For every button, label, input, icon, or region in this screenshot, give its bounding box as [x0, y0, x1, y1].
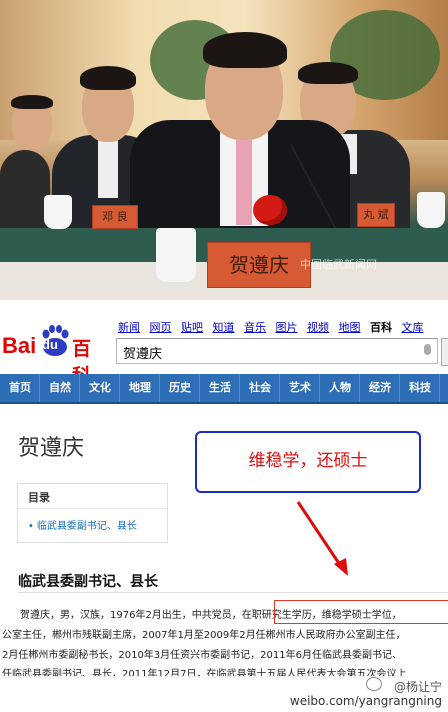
paragraph-line-2: 公室主任，郴州市残联副主席，2007年1月至2009年2月任郴州市人民政府办公室…: [2, 630, 406, 641]
category-life[interactable]: 生活: [200, 374, 240, 402]
category-people[interactable]: 人物: [320, 374, 360, 402]
baidu-baike-page: 新闻 网页 贴吧 知道 音乐 图片 视频 地图 百科 文库 Bai du 百科 …: [0, 300, 448, 712]
annotation-box: 维稳学，还硕士: [195, 431, 421, 493]
highlight-box: [274, 600, 448, 624]
entry-title: 贺遵庆: [18, 436, 85, 461]
weibo-username: @杨让宁: [393, 680, 442, 694]
namecard-left: 邓 良: [92, 205, 138, 229]
category-tech[interactable]: 科技: [400, 374, 440, 402]
top-nav: 新闻 网页 贴吧 知道 音乐 图片 视频 地图 百科 文库: [118, 319, 430, 335]
toc-divider: [18, 508, 167, 509]
teacup: [44, 195, 72, 229]
paragraph-line-3: 2月任郴州市委副秘书长，2010年3月任资兴市委副书记，2011年6月任临武县委…: [2, 650, 402, 661]
weibo-logo-icon: [366, 677, 382, 691]
section-title: 临武县委副书记、县长: [18, 574, 158, 590]
baidu-baike-logo[interactable]: Bai du 百科: [2, 325, 106, 387]
weibo-url: weibo.com/yangrangning: [289, 694, 442, 708]
voice-search-icon[interactable]: [424, 344, 431, 355]
logo-du-text: du: [42, 337, 58, 352]
category-art[interactable]: 艺术: [280, 374, 320, 402]
nav-link-web[interactable]: 网页: [150, 321, 172, 334]
nav-link-news[interactable]: 新闻: [118, 321, 140, 334]
logo-bai-text: Bai: [2, 333, 37, 358]
category-bar: 首页 自然 文化 地理 历史 生活 社会 艺术 人物 经济 科技: [0, 374, 448, 404]
category-home[interactable]: 首页: [0, 374, 40, 402]
section-divider: [18, 592, 448, 593]
nav-link-wenku[interactable]: 文库: [402, 321, 424, 334]
nav-link-music[interactable]: 音乐: [244, 321, 266, 334]
red-flower: [253, 195, 287, 225]
photo-watermark: 中国临武新闻网: [300, 258, 377, 271]
category-economy[interactable]: 经济: [360, 374, 400, 402]
search-input-value: 贺遵庆: [123, 347, 163, 362]
namecard-main: 贺遵庆: [207, 242, 311, 288]
weibo-watermark: @杨让宁 weibo.com/yangrangning: [0, 676, 448, 712]
nav-link-map[interactable]: 地图: [339, 321, 361, 334]
search-button[interactable]: [441, 338, 448, 366]
nav-link-images[interactable]: 图片: [276, 321, 298, 334]
news-photo: 邓 良 丸 斌 贺遵庆 中国临武新闻网: [0, 0, 448, 300]
nav-link-tieba[interactable]: 贴吧: [181, 321, 203, 334]
category-society[interactable]: 社会: [240, 374, 280, 402]
teacup: [156, 228, 196, 282]
category-geography[interactable]: 地理: [120, 374, 160, 402]
nav-link-video[interactable]: 视频: [307, 321, 329, 334]
toc-item[interactable]: 临武县委副书记、县长: [28, 517, 137, 532]
namecard-right: 丸 斌: [357, 203, 395, 227]
category-nature[interactable]: 自然: [40, 374, 80, 402]
nav-link-baike[interactable]: 百科: [370, 321, 392, 334]
search-input[interactable]: 贺遵庆: [116, 338, 438, 364]
red-arrow-icon: [296, 501, 348, 576]
category-culture[interactable]: 文化: [80, 374, 120, 402]
teacup: [417, 192, 445, 228]
nav-link-zhidao[interactable]: 知道: [213, 321, 235, 334]
table-of-contents: 目录 临武县委副书记、县长: [17, 483, 168, 543]
toc-heading: 目录: [28, 491, 50, 504]
category-history[interactable]: 历史: [160, 374, 200, 402]
